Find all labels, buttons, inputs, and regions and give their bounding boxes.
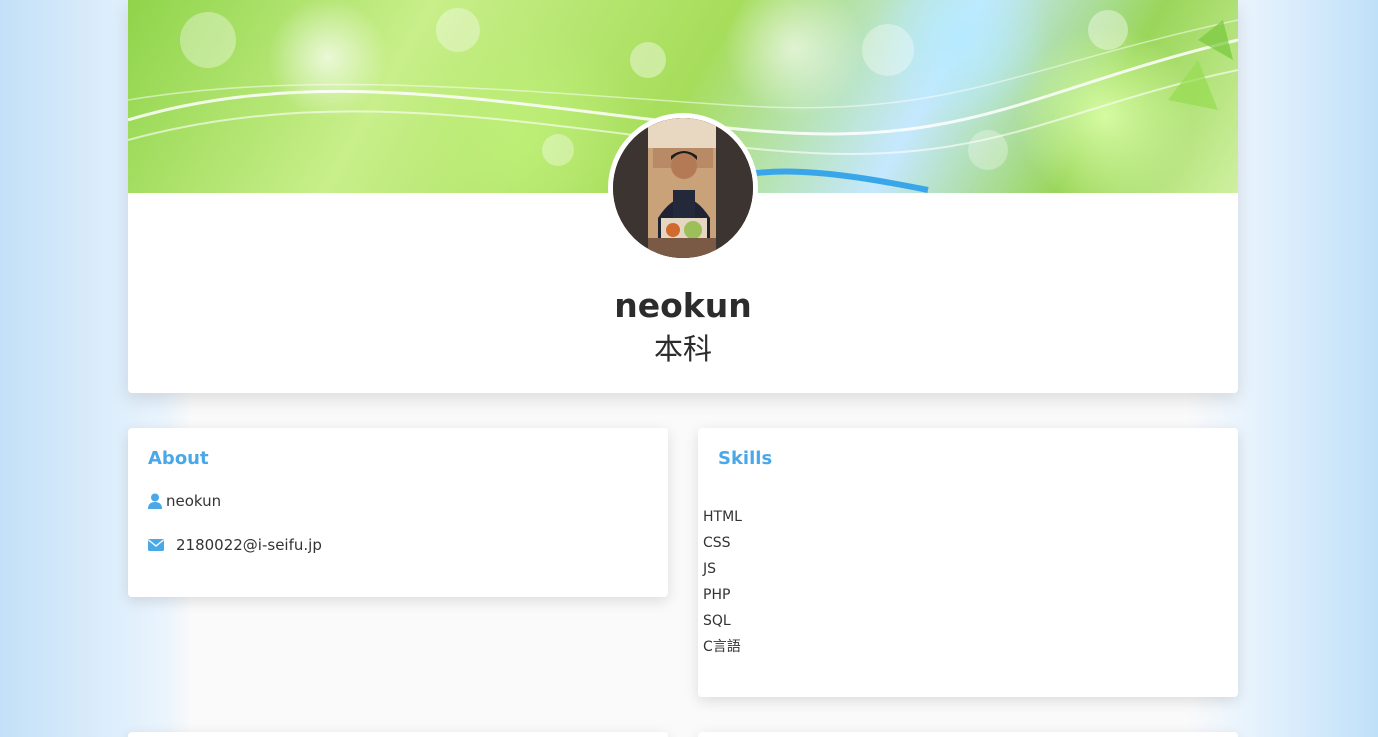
avatar[interactable] xyxy=(608,113,758,263)
avatar-photo xyxy=(613,118,753,258)
skill-item: C言語 xyxy=(703,639,741,655)
envelope-icon xyxy=(148,539,164,551)
skill-item: PHP xyxy=(703,587,731,603)
skills-title: Skills xyxy=(718,448,773,469)
about-username: neokun xyxy=(166,492,222,510)
skills-list: HTML CSS JS PHP SQL C言語 xyxy=(703,504,742,660)
about-email-row: 2180022@i-seifu.jp xyxy=(148,536,322,554)
next-card-left xyxy=(128,732,668,737)
skill-item: CSS xyxy=(703,535,731,551)
about-email[interactable]: 2180022@i-seifu.jp xyxy=(176,536,322,554)
user-icon xyxy=(148,493,162,509)
about-username-row: neokun xyxy=(148,492,221,510)
skill-item: JS xyxy=(703,561,717,577)
skill-item: SQL xyxy=(703,613,731,629)
skill-item: HTML xyxy=(703,509,742,525)
profile-name: neokun xyxy=(614,286,752,325)
about-card: About neokun 2180022@i-seifu.jp xyxy=(128,428,668,597)
next-card-right xyxy=(698,732,1238,737)
skills-card: Skills HTML CSS JS PHP SQL C言語 xyxy=(698,428,1238,697)
profile-card: neokun 本科 xyxy=(128,0,1238,393)
about-title: About xyxy=(148,448,209,469)
profile-department: 本科 xyxy=(653,332,712,366)
